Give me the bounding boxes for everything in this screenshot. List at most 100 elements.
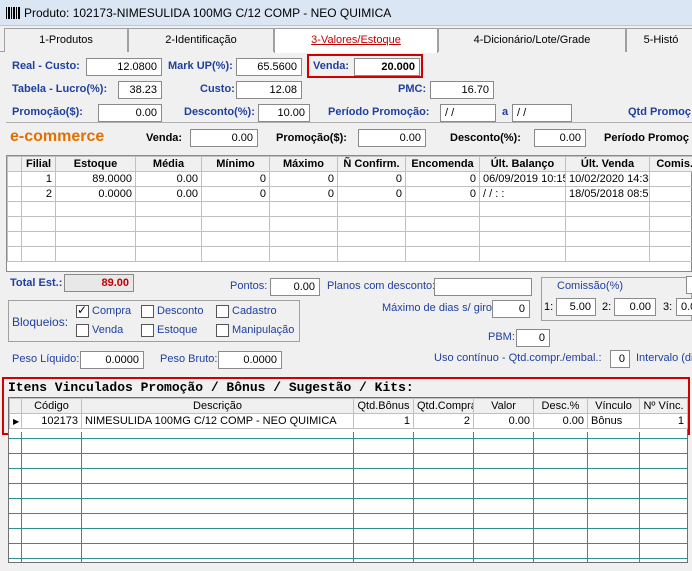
bloqueio-manipulacao-label: Manipulação (232, 324, 295, 336)
qtd-promocao-label: Qtd Promoç (628, 106, 691, 118)
tab-dicionario-lote-grade[interactable]: 4-Dicionário/Lote/Grade (438, 28, 626, 52)
uso-continuo-label: Uso contínuo - Qtd.compr./embal.: (434, 352, 602, 364)
planos-field[interactable] (434, 278, 532, 296)
cell-maximo: 0 (269, 186, 338, 202)
desconto-field[interactable]: 10.00 (258, 104, 310, 122)
max-dias-field[interactable]: 0 (492, 300, 530, 318)
col-vinculo[interactable]: Vínculo (587, 398, 640, 414)
window-title: Produto: 102173-NIMESULIDA 100MG C/12 CO… (24, 6, 392, 20)
col-codigo[interactable]: Código (21, 398, 82, 414)
comissao-3-field[interactable]: 0.00 (676, 298, 692, 316)
col-maximo[interactable]: Máximo (269, 156, 338, 172)
comissao-1-label: 1: (544, 301, 554, 313)
col-desc-percent[interactable]: Desc.% (533, 398, 588, 414)
bloqueio-venda-checkbox[interactable] (76, 324, 89, 337)
bloqueio-desconto-label: Desconto (157, 305, 204, 317)
periodo-ate-field[interactable]: / / (512, 104, 572, 122)
bloqueio-cadastro-label: Cadastro (232, 305, 277, 317)
peso-liquido-field[interactable]: 0.0000 (80, 351, 144, 369)
cell-desc-percent: 0.00 (533, 413, 588, 429)
stock-grid[interactable]: Filial Estoque Média Mínimo Máximo Ñ Con… (6, 155, 692, 272)
bloqueio-cadastro-checkbox[interactable] (216, 305, 229, 318)
comissao-3-label: 3: (663, 301, 673, 313)
comissao-2-field[interactable]: 0.00 (614, 298, 656, 316)
cell-ult-venda: 10/02/2020 14:34 (565, 171, 650, 187)
tab-identificacao[interactable]: 2-Identificação (128, 28, 274, 52)
ecommerce-promocao-field[interactable]: 0.00 (358, 129, 426, 147)
table-row[interactable]: 2 0.0000 0.00 0 0 0 0 / / : : 18/05/2018… (7, 186, 692, 202)
col-ult-venda[interactable]: Últ. Venda (565, 156, 650, 172)
col-n-confirm[interactable]: Ñ Confirm. (337, 156, 406, 172)
cell-encomenda: 0 (405, 171, 480, 187)
pmc-field[interactable]: 16.70 (430, 81, 494, 99)
cell-qtd-bonus: 1 (353, 413, 414, 429)
cell-maximo: 0 (269, 171, 338, 187)
col-descricao[interactable]: Descrição (81, 398, 354, 414)
row-indicator-header (7, 156, 22, 172)
tab-valores-estoque[interactable]: 3-Valores/Estoque (274, 28, 438, 53)
bloqueio-estoque-checkbox[interactable] (141, 324, 154, 337)
linked-items-table: Código Descrição Qtd.Bônus Qtd.Compra Va… (9, 398, 688, 429)
bloqueio-compra-checkbox[interactable] (76, 303, 89, 318)
col-qtd-compra[interactable]: Qtd.Compra (413, 398, 474, 414)
empty-row (7, 201, 692, 217)
custo-field[interactable]: 12.08 (236, 81, 302, 99)
cell-filial: 1 (21, 171, 56, 187)
cell-minimo: 0 (201, 186, 270, 202)
periodo-de-field[interactable]: / / (440, 104, 496, 122)
col-comis-g[interactable]: Comis. G (649, 156, 692, 172)
tabela-lucro-field[interactable]: 38.23 (118, 81, 162, 99)
pmc-label: PMC: (398, 83, 427, 95)
markup-field[interactable]: 65.5600 (236, 58, 302, 76)
comissao-label: Comissão(%) (557, 280, 624, 292)
col-qtd-bonus[interactable]: Qtd.Bônus (353, 398, 414, 414)
venda-field[interactable]: 20.000 (354, 58, 420, 76)
comissao-1-field[interactable]: 5.00 (556, 298, 596, 316)
col-filial[interactable]: Filial (21, 156, 56, 172)
comissao-extra-field[interactable] (686, 276, 692, 294)
row-indicator (7, 171, 22, 187)
col-estoque[interactable]: Estoque (55, 156, 136, 172)
table-row[interactable]: 1 89.0000 0.00 0 0 0 0 06/09/2019 10:15 … (7, 171, 692, 187)
title-bar: Produto: 102173-NIMESULIDA 100MG C/12 CO… (0, 0, 692, 26)
tab-historico[interactable]: 5-Histó (626, 28, 692, 52)
peso-bruto-field[interactable]: 0.0000 (218, 351, 282, 369)
desconto-label: Desconto(%): (184, 106, 255, 118)
col-encomenda[interactable]: Encomenda (405, 156, 480, 172)
bloqueio-manipulacao-checkbox[interactable] (216, 324, 229, 337)
peso-liquido-label: Peso Líquido: (12, 353, 80, 365)
promocao-field[interactable]: 0.00 (98, 104, 162, 122)
separator (6, 122, 692, 123)
cell-ult-balanco: / / : : (479, 186, 566, 202)
pbm-field[interactable]: 0 (516, 329, 550, 347)
table-row[interactable]: ▶ 102173 NIMESULIDA 100MG C/12 COMP - NE… (9, 413, 688, 429)
ecommerce-title: e-commerce (10, 128, 105, 145)
cell-n-vinc: 1 (639, 413, 688, 429)
bloqueio-desconto-checkbox[interactable] (141, 305, 154, 318)
real-custo-field[interactable]: 12.0800 (86, 58, 162, 76)
col-ult-balanco[interactable]: Últ. Balanço (479, 156, 566, 172)
ecommerce-desconto-field[interactable]: 0.00 (534, 129, 586, 147)
custo-label: Custo: (200, 83, 235, 95)
periodo-a-label: a (502, 106, 509, 118)
ecommerce-venda-field[interactable]: 0.00 (190, 129, 258, 147)
col-n-vinc[interactable]: Nº Vínc. (639, 398, 688, 414)
cell-estoque: 0.0000 (55, 186, 136, 202)
tab-produtos[interactable]: 1-Produtos (4, 28, 128, 52)
markup-label: Mark UP(%): (168, 60, 233, 72)
max-dias-label: Máximo de dias s/ giro: (382, 302, 496, 314)
empty-grid-lines (9, 432, 687, 562)
col-minimo[interactable]: Mínimo (201, 156, 270, 172)
linked-items-grid[interactable]: Código Descrição Qtd.Bônus Qtd.Compra Va… (8, 397, 688, 563)
bloqueios-label: Bloqueios: (12, 315, 69, 329)
col-media[interactable]: Média (135, 156, 202, 172)
col-valor[interactable]: Valor (473, 398, 534, 414)
cell-comis-g (649, 186, 692, 202)
cell-encomenda: 0 (405, 186, 480, 202)
cell-ult-venda: 18/05/2018 08:55 (565, 186, 650, 202)
uso-continuo-field[interactable]: 0 (610, 350, 630, 368)
cell-minimo: 0 (201, 171, 270, 187)
tabela-lucro-label: Tabela - Lucro(%): (12, 83, 108, 95)
pontos-field[interactable]: 0.00 (270, 278, 320, 296)
ecommerce-desconto-label: Desconto(%): (450, 132, 521, 144)
